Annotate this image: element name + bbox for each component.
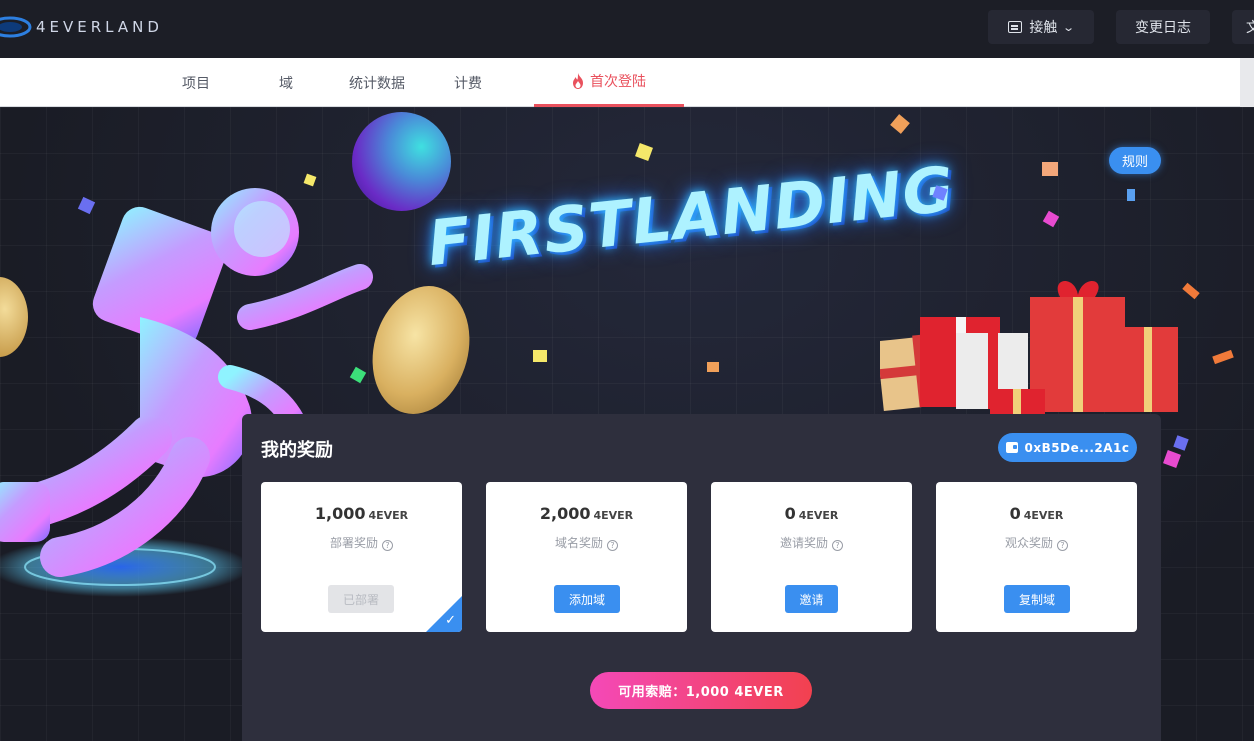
claim-button[interactable]: 可用索赔：1,000 4EVER [590, 672, 812, 709]
wallet-address: 0xB5De...2A1c [1024, 440, 1130, 455]
reward-label: 观众奖励? [936, 534, 1137, 551]
confetti-decoration [1042, 162, 1058, 176]
button-label: 添加域 [568, 592, 605, 607]
tab-label: 统计数据 [349, 75, 405, 92]
help-icon[interactable]: ? [382, 540, 393, 551]
help-icon[interactable]: ? [832, 540, 843, 551]
changelog-button[interactable]: 变更日志 [1116, 10, 1210, 44]
reward-amount-value: 2,000 [539, 504, 591, 523]
reward-card-domain: 2,000 4EVER 域名奖励? 添加域 [486, 482, 687, 632]
tab-projects[interactable]: 项目 [172, 58, 220, 107]
confetti-decoration [1173, 435, 1189, 451]
changelog-label: 变更日志 [1135, 20, 1191, 36]
logo-text: 4EVERLAND [36, 18, 163, 36]
rewards-panel: 我的奖励 0xB5De...2A1c 1,000 4EVER 部署奖励? 已部署 … [242, 414, 1161, 741]
flame-icon [573, 73, 583, 89]
confetti-decoration [1182, 282, 1200, 300]
button-label: 邀请 [799, 592, 824, 607]
confetti-decoration [1212, 349, 1234, 365]
reward-amount: 0 4EVER [936, 504, 1137, 523]
confetti-decoration [1127, 189, 1135, 201]
tab-first-landing[interactable]: 首次登陆 [534, 58, 684, 107]
reward-amount-unit: 4EVER [1023, 509, 1064, 522]
confetti-decoration [533, 350, 547, 362]
reward-amount-value: 1,000 [314, 504, 366, 523]
reward-card-deploy: 1,000 4EVER 部署奖励? 已部署 ✓ [261, 482, 462, 632]
chat-icon [1008, 21, 1023, 33]
confetti-decoration [1163, 450, 1181, 468]
confetti-decoration [890, 114, 910, 134]
main-nav: 项目 域 统计数据 计费 首次登陆 [0, 58, 1254, 107]
deployed-button[interactable]: 已部署 [328, 585, 394, 613]
reward-amount: 2,000 4EVER [486, 504, 687, 523]
tab-domains[interactable]: 域 [266, 58, 306, 107]
reward-amount-unit: 4EVER [798, 509, 839, 522]
reward-amount-value: 0 [1009, 504, 1021, 523]
claim-label: 可用索赔：1,000 4EVER [618, 685, 784, 700]
reward-amount-value: 0 [784, 504, 796, 523]
add-domain-button[interactable]: 添加域 [554, 585, 620, 613]
confetti-decoration [635, 143, 653, 161]
reward-label-text: 部署奖励 [329, 536, 378, 550]
logo[interactable]: 4EVERLAND [0, 12, 163, 42]
tab-label: 计费 [454, 75, 482, 92]
reward-card-audience: 0 4EVER 观众奖励? 复制域 [936, 482, 1137, 632]
reward-label: 部署奖励? [261, 534, 462, 551]
wallet-icon [1005, 442, 1018, 453]
logo-mark-icon [0, 16, 32, 38]
button-label: 复制域 [1018, 592, 1055, 607]
gift-boxes-illustration [880, 280, 1178, 417]
chevron-down-icon: ⌄ [1062, 20, 1076, 34]
help-icon[interactable]: ? [607, 540, 618, 551]
help-icon[interactable]: ? [1057, 540, 1068, 551]
check-icon: ✓ [445, 613, 456, 628]
reward-label-text: 域名奖励 [554, 536, 603, 550]
reward-label: 邀请奖励? [711, 534, 912, 551]
tab-label: 首次登陆 [590, 74, 646, 90]
rewards-title: 我的奖励 [261, 440, 333, 461]
contact-dropdown[interactable]: 接触 ⌄ [988, 10, 1094, 44]
confetti-decoration [1042, 210, 1060, 228]
language-label: 文 [1246, 20, 1254, 36]
reward-amount-unit: 4EVER [368, 509, 409, 522]
copy-domain-button[interactable]: 复制域 [1004, 585, 1070, 613]
reward-amount-unit: 4EVER [593, 509, 634, 522]
tab-label: 域 [279, 75, 293, 92]
top-bar: 4EVERLAND 接触 ⌄ 变更日志 文 [0, 0, 1254, 58]
button-label: 已部署 [342, 592, 379, 607]
reward-card-invite: 0 4EVER 邀请奖励? 邀请 [711, 482, 912, 632]
reward-label: 域名奖励? [486, 534, 687, 551]
completed-badge [426, 596, 462, 632]
tab-statistics[interactable]: 统计数据 [340, 58, 414, 107]
scrollbar[interactable] [1240, 58, 1254, 107]
wallet-address-button[interactable]: 0xB5De...2A1c [998, 433, 1137, 462]
reward-label-text: 邀请奖励 [779, 536, 828, 550]
tab-label: 项目 [182, 75, 210, 92]
invite-button[interactable]: 邀请 [785, 585, 838, 613]
reward-amount: 1,000 4EVER [261, 504, 462, 523]
rules-label: 规则 [1121, 155, 1148, 170]
language-button[interactable]: 文 [1232, 10, 1254, 44]
contact-label: 接触 [1029, 20, 1058, 36]
tab-billing[interactable]: 计费 [446, 58, 490, 107]
hero-banner: FIRSTLANDING 规则 我的奖励 0xB5De...2A1c 1,000… [0, 107, 1254, 741]
rules-button[interactable]: 规则 [1109, 147, 1161, 174]
headline-text: FIRSTLANDING [424, 152, 958, 280]
reward-amount: 0 4EVER [711, 504, 912, 523]
reward-label-text: 观众奖励 [1004, 536, 1053, 550]
confetti-decoration [707, 362, 719, 372]
